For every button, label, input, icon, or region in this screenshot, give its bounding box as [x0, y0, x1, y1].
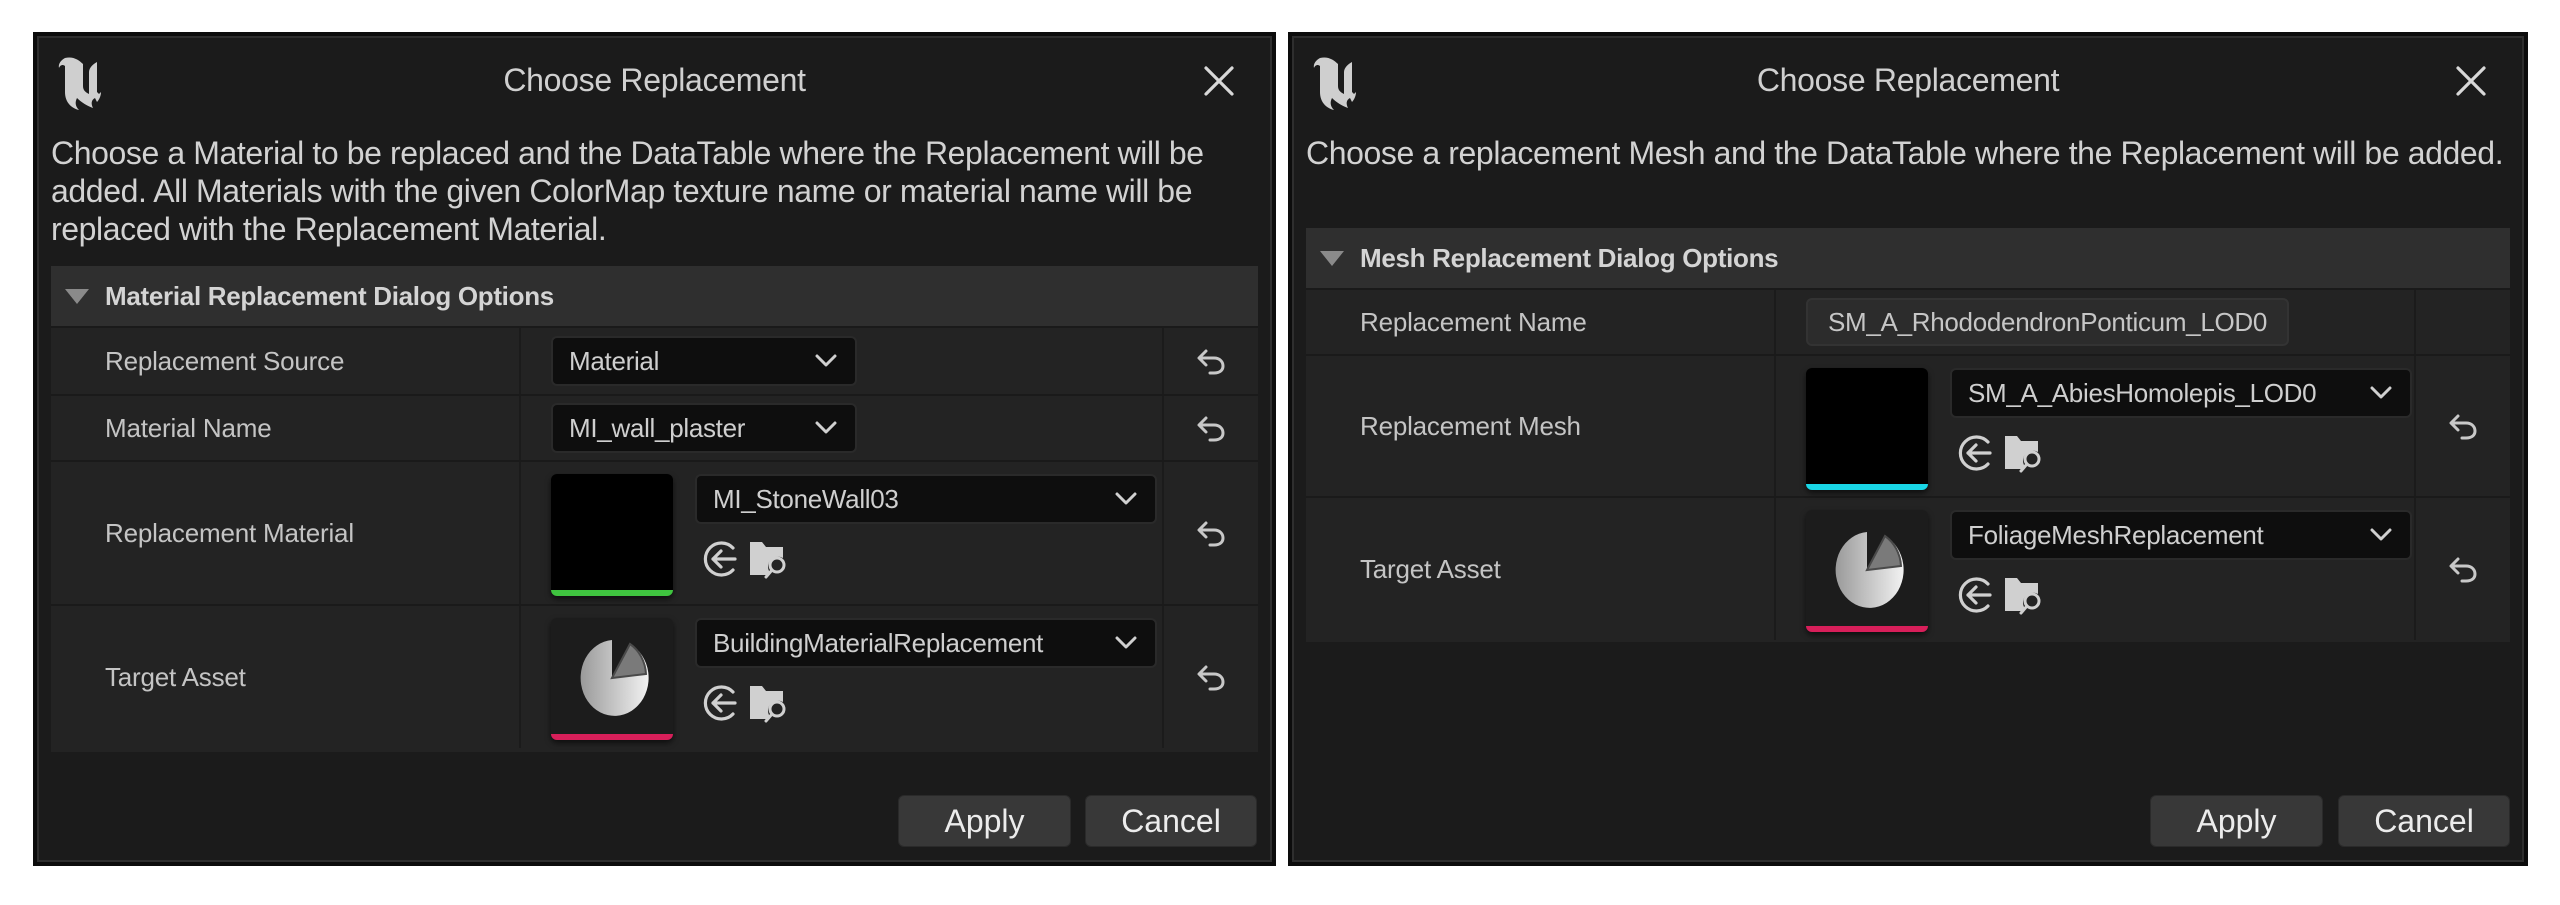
dropdown-value: MI_wall_plaster — [569, 412, 746, 443]
asset-type-color-bar — [551, 734, 673, 740]
reset-to-default-button[interactable] — [1162, 396, 1258, 460]
property-value: MI_wall_plaster — [521, 396, 1162, 460]
close-icon[interactable] — [2454, 64, 2488, 98]
cancel-button[interactable]: Cancel — [1085, 795, 1257, 847]
property-row-replacement-material: Replacement Material MI_StoneWall03 — [51, 462, 1258, 606]
cancel-button[interactable]: Cancel — [2338, 795, 2510, 847]
property-value: BuildingMaterialReplacement — [521, 606, 1162, 748]
property-label: Material Name — [51, 396, 521, 460]
asset-type-color-bar — [1806, 484, 1928, 490]
category-label: Mesh Replacement Dialog Options — [1360, 242, 1779, 273]
datatable-thumbnail[interactable] — [551, 618, 673, 740]
chevron-down-icon — [2370, 528, 2392, 542]
property-value: SM_A_AbiesHomolepis_LOD0 — [1776, 356, 2414, 496]
category-header-mesh-replacement-options[interactable]: Mesh Replacement Dialog Options — [1306, 228, 2510, 290]
use-selected-asset-icon[interactable] — [1954, 432, 1996, 474]
property-row-replacement-mesh: Replacement Mesh SM_A_AbiesHomolepis_LOD… — [1306, 356, 2510, 498]
reset-arrow-icon — [1196, 519, 1226, 547]
property-label: Replacement Material — [51, 462, 521, 604]
chevron-down-icon — [2370, 386, 2392, 400]
use-selected-asset-icon[interactable] — [1954, 574, 1996, 616]
category-header-material-replacement-options[interactable]: Material Replacement Dialog Options — [51, 266, 1258, 328]
property-label: Target Asset — [51, 606, 521, 748]
property-row-material-name: Material Name MI_wall_plaster — [51, 396, 1258, 462]
replacement-material-asset-picker[interactable]: MI_StoneWall03 — [695, 474, 1157, 524]
property-row-target-asset: Target Asset FoliageMeshReplacement — [1306, 498, 2510, 640]
reset-arrow-icon — [2448, 555, 2478, 583]
dropdown-value: Material — [569, 345, 660, 376]
reset-arrow-icon — [1196, 414, 1226, 442]
collapse-triangle-icon[interactable] — [1320, 250, 1344, 266]
property-row-replacement-name: Replacement Name SM_A_RhododendronPontic… — [1306, 290, 2510, 356]
replacement-source-dropdown[interactable]: Material — [551, 336, 857, 386]
apply-button[interactable]: Apply — [2150, 795, 2323, 847]
reset-to-default-button[interactable] — [1162, 328, 1258, 394]
reset-arrow-icon — [1196, 663, 1226, 691]
property-value: MI_StoneWall03 — [521, 462, 1162, 604]
static-mesh-thumbnail[interactable] — [1806, 368, 1928, 490]
asset-type-color-bar — [551, 590, 673, 596]
datatable-pie-icon — [1830, 530, 1904, 610]
chevron-down-icon — [815, 354, 837, 368]
dropdown-value: BuildingMaterialReplacement — [713, 627, 1044, 658]
dialog-description: Choose a Material to be replaced and the… — [51, 135, 1204, 247]
category-label: Material Replacement Dialog Options — [105, 280, 554, 311]
details-panel: Mesh Replacement Dialog Options Replacem… — [1306, 228, 2510, 642]
material-replacement-dialog: Choose Replacement Choose a Material to … — [33, 32, 1276, 866]
property-label: Replacement Mesh — [1306, 356, 1776, 496]
property-value: Material — [521, 328, 1162, 394]
reset-column-empty — [2414, 290, 2510, 354]
replacement-mesh-asset-picker[interactable]: SM_A_AbiesHomolepis_LOD0 — [1950, 368, 2412, 418]
asset-type-color-bar — [1806, 626, 1928, 632]
property-label: Replacement Source — [51, 328, 521, 394]
chevron-down-icon — [815, 421, 837, 435]
close-icon[interactable] — [1202, 64, 1236, 98]
use-selected-asset-icon[interactable] — [699, 538, 741, 580]
reset-to-default-button[interactable] — [1162, 606, 1258, 748]
use-selected-asset-icon[interactable] — [699, 682, 741, 724]
dialog-description: Choose a replacement Mesh and the DataTa… — [1306, 135, 2504, 171]
replacement-name-text-field[interactable]: SM_A_RhododendronPonticum_LOD0 — [1806, 298, 2290, 346]
mesh-replacement-dialog: Choose Replacement Choose a replacement … — [1288, 32, 2528, 866]
browse-to-asset-icon[interactable] — [2002, 432, 2044, 474]
reset-to-default-button[interactable] — [2414, 498, 2510, 640]
material-thumbnail[interactable] — [551, 474, 673, 596]
reset-to-default-button[interactable] — [1162, 462, 1258, 604]
property-row-target-asset: Target Asset BuildingMaterialReplacement — [51, 606, 1258, 748]
collapse-triangle-icon[interactable] — [65, 288, 89, 304]
property-label: Target Asset — [1306, 498, 1776, 640]
target-asset-picker[interactable]: FoliageMeshReplacement — [1950, 510, 2412, 560]
reset-arrow-icon — [1196, 347, 1226, 375]
property-value: FoliageMeshReplacement — [1776, 498, 2414, 640]
material-name-dropdown[interactable]: MI_wall_plaster — [551, 403, 857, 453]
browse-to-asset-icon[interactable] — [747, 682, 789, 724]
dropdown-value: MI_StoneWall03 — [713, 483, 899, 514]
reset-arrow-icon — [2448, 412, 2478, 440]
details-panel: Material Replacement Dialog Options Repl… — [51, 266, 1258, 752]
dropdown-value: FoliageMeshReplacement — [1968, 519, 2264, 550]
target-asset-picker[interactable]: BuildingMaterialReplacement — [695, 618, 1157, 668]
chevron-down-icon — [1115, 636, 1137, 650]
datatable-thumbnail[interactable] — [1806, 510, 1928, 632]
browse-to-asset-icon[interactable] — [2002, 574, 2044, 616]
property-row-replacement-source: Replacement Source Material — [51, 328, 1258, 396]
dialog-title: Choose Replacement — [1756, 62, 2060, 98]
browse-to-asset-icon[interactable] — [747, 538, 789, 580]
property-value: SM_A_RhododendronPonticum_LOD0 — [1776, 290, 2414, 354]
dropdown-value: SM_A_AbiesHomolepis_LOD0 — [1968, 377, 2317, 408]
datatable-pie-icon — [575, 638, 649, 718]
reset-to-default-button[interactable] — [2414, 356, 2510, 496]
chevron-down-icon — [1115, 492, 1137, 506]
dialog-title: Choose Replacement — [503, 62, 806, 98]
property-label: Replacement Name — [1306, 290, 1776, 354]
apply-button[interactable]: Apply — [898, 795, 1071, 847]
